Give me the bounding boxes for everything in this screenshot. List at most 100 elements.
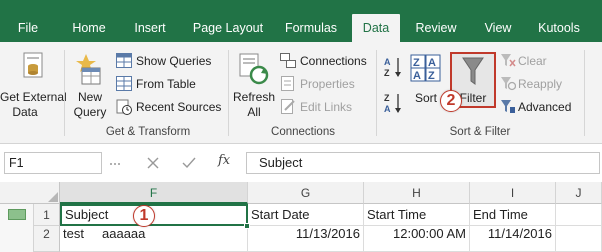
reapply-label: Reapply bbox=[518, 77, 563, 91]
cell-h1[interactable]: Start Time bbox=[364, 204, 470, 226]
cell-f2[interactable]: test aaaaaa bbox=[60, 226, 248, 252]
clear-button[interactable]: Clear bbox=[500, 52, 578, 70]
spreadsheet-grid: F G H I J 1 Subject Start Date Start Tim… bbox=[0, 182, 602, 252]
refresh-all-button[interactable]: Refresh All bbox=[232, 46, 276, 122]
properties-button[interactable]: Properties bbox=[280, 75, 372, 93]
connections-icon bbox=[280, 53, 296, 68]
svg-text:A: A bbox=[413, 70, 421, 82]
tab-home[interactable]: Home bbox=[68, 14, 110, 42]
svg-text:Z: Z bbox=[413, 57, 420, 69]
outline-level-button[interactable] bbox=[8, 209, 26, 220]
column-header-i[interactable]: I bbox=[470, 182, 556, 204]
cancel-icon[interactable] bbox=[146, 156, 160, 170]
cell-j1[interactable] bbox=[556, 204, 602, 226]
divider bbox=[64, 50, 65, 136]
reapply-button[interactable]: Reapply bbox=[500, 75, 578, 93]
name-box-dropdown-icon[interactable] bbox=[108, 157, 122, 171]
column-header-f[interactable]: F bbox=[60, 182, 248, 204]
reapply-icon bbox=[501, 77, 516, 91]
cell-i1[interactable]: End Time bbox=[470, 204, 556, 226]
cell-g1[interactable]: Start Date bbox=[248, 204, 364, 226]
advanced-filter-icon bbox=[501, 100, 515, 113]
new-query-icon bbox=[76, 54, 101, 85]
from-table-label: From Table bbox=[136, 77, 196, 91]
tab-data[interactable]: Data bbox=[352, 14, 400, 44]
properties-icon bbox=[281, 76, 294, 91]
check-icon[interactable] bbox=[182, 156, 196, 170]
refresh-icon bbox=[239, 53, 269, 85]
edit-links-button[interactable]: Edit Links bbox=[280, 98, 372, 116]
formula-buttons: fx bbox=[132, 152, 242, 174]
callout-badge-2: 2 bbox=[440, 90, 462, 112]
insert-function-icon[interactable]: fx bbox=[218, 153, 230, 168]
get-external-data-label-1: Get External bbox=[0, 90, 67, 104]
select-all-corner[interactable] bbox=[0, 182, 60, 204]
sort-descending-icon: Z A bbox=[384, 93, 401, 114]
svg-text:Z: Z bbox=[428, 70, 435, 82]
table-icon bbox=[116, 53, 132, 68]
show-queries-button[interactable]: Show Queries bbox=[116, 52, 226, 70]
callout-badge-1: 1 bbox=[133, 205, 155, 227]
edit-links-icon bbox=[281, 99, 295, 114]
funnel-icon bbox=[462, 57, 484, 85]
show-queries-label: Show Queries bbox=[136, 54, 212, 68]
cell-j2[interactable] bbox=[556, 226, 602, 252]
tab-page-layout[interactable]: Page Layout bbox=[188, 14, 268, 42]
column-header-h[interactable]: H bbox=[364, 182, 470, 204]
get-external-data-label-2: Data bbox=[12, 105, 38, 119]
tab-insert[interactable]: Insert bbox=[130, 14, 170, 42]
ribbon-tab-bar: File Home Insert Page Layout Formulas Da… bbox=[0, 0, 602, 44]
connections-button[interactable]: Connections bbox=[280, 52, 372, 70]
formula-bar: F1 fx Subject bbox=[0, 144, 602, 182]
advanced-label: Advanced bbox=[518, 100, 572, 114]
recent-sources-button[interactable]: Recent Sources bbox=[116, 98, 226, 116]
connections-label: Connections bbox=[300, 54, 367, 68]
sort-icon: Z A A Z bbox=[410, 54, 441, 82]
edit-links-label: Edit Links bbox=[300, 100, 353, 114]
refresh-all-label-1: Refresh bbox=[232, 90, 276, 104]
database-sheet-icon bbox=[23, 52, 43, 78]
svg-text:A: A bbox=[384, 57, 391, 67]
tab-formulas[interactable]: Formulas bbox=[282, 14, 340, 42]
recent-sources-label: Recent Sources bbox=[136, 100, 222, 114]
row-header-1[interactable]: 1 bbox=[34, 204, 60, 226]
divider bbox=[228, 50, 229, 136]
tab-file[interactable]: File bbox=[12, 14, 44, 42]
cell-g2[interactable]: 11/13/2016 bbox=[248, 226, 364, 252]
divider bbox=[584, 50, 585, 136]
new-query-label-1: New bbox=[77, 90, 102, 104]
svg-text:A: A bbox=[384, 104, 391, 114]
fill-handle[interactable] bbox=[244, 223, 250, 229]
sort-descending-button[interactable]: Z A bbox=[382, 92, 404, 114]
refresh-all-label-2: All bbox=[247, 105, 261, 119]
cell-h2[interactable]: 12:00:00 AM bbox=[364, 226, 470, 252]
row-header-2[interactable]: 2 bbox=[34, 226, 60, 252]
sort-ascending-icon: A Z bbox=[384, 57, 401, 78]
column-header-j[interactable]: J bbox=[556, 182, 602, 204]
sort-ascending-button[interactable]: A Z bbox=[382, 56, 404, 78]
tab-review[interactable]: Review bbox=[412, 14, 460, 42]
ribbon: Get External Data New Query Show Queries bbox=[0, 42, 602, 144]
sort-button[interactable]: Z A A Z Sort bbox=[408, 46, 444, 122]
cell-i2[interactable]: 11/14/2016 bbox=[470, 226, 556, 252]
advanced-button[interactable]: Advanced bbox=[500, 98, 580, 116]
group-label-connections: Connections bbox=[271, 126, 335, 138]
tab-view[interactable]: View bbox=[480, 14, 516, 42]
name-box[interactable]: F1 bbox=[4, 152, 102, 174]
svg-text:Z: Z bbox=[384, 93, 390, 103]
new-query-button[interactable]: New Query bbox=[68, 46, 112, 122]
clear-filter-icon bbox=[501, 54, 516, 67]
formula-input[interactable]: Subject bbox=[246, 152, 600, 174]
new-query-label-2: Query bbox=[73, 105, 107, 119]
clear-label: Clear bbox=[518, 54, 547, 68]
svg-text:Z: Z bbox=[384, 68, 390, 78]
recent-sources-icon bbox=[116, 99, 132, 115]
column-header-g[interactable]: G bbox=[248, 182, 364, 204]
sort-label: Sort bbox=[414, 91, 437, 105]
properties-label: Properties bbox=[300, 77, 355, 91]
tab-kutools[interactable]: Kutools bbox=[534, 14, 584, 42]
from-table-button[interactable]: From Table bbox=[116, 75, 226, 93]
group-label-get-transform: Get & Transform bbox=[105, 126, 191, 138]
group-label-sort-filter: Sort & Filter bbox=[449, 126, 511, 138]
get-external-data-button[interactable]: Get External Data bbox=[0, 46, 67, 122]
